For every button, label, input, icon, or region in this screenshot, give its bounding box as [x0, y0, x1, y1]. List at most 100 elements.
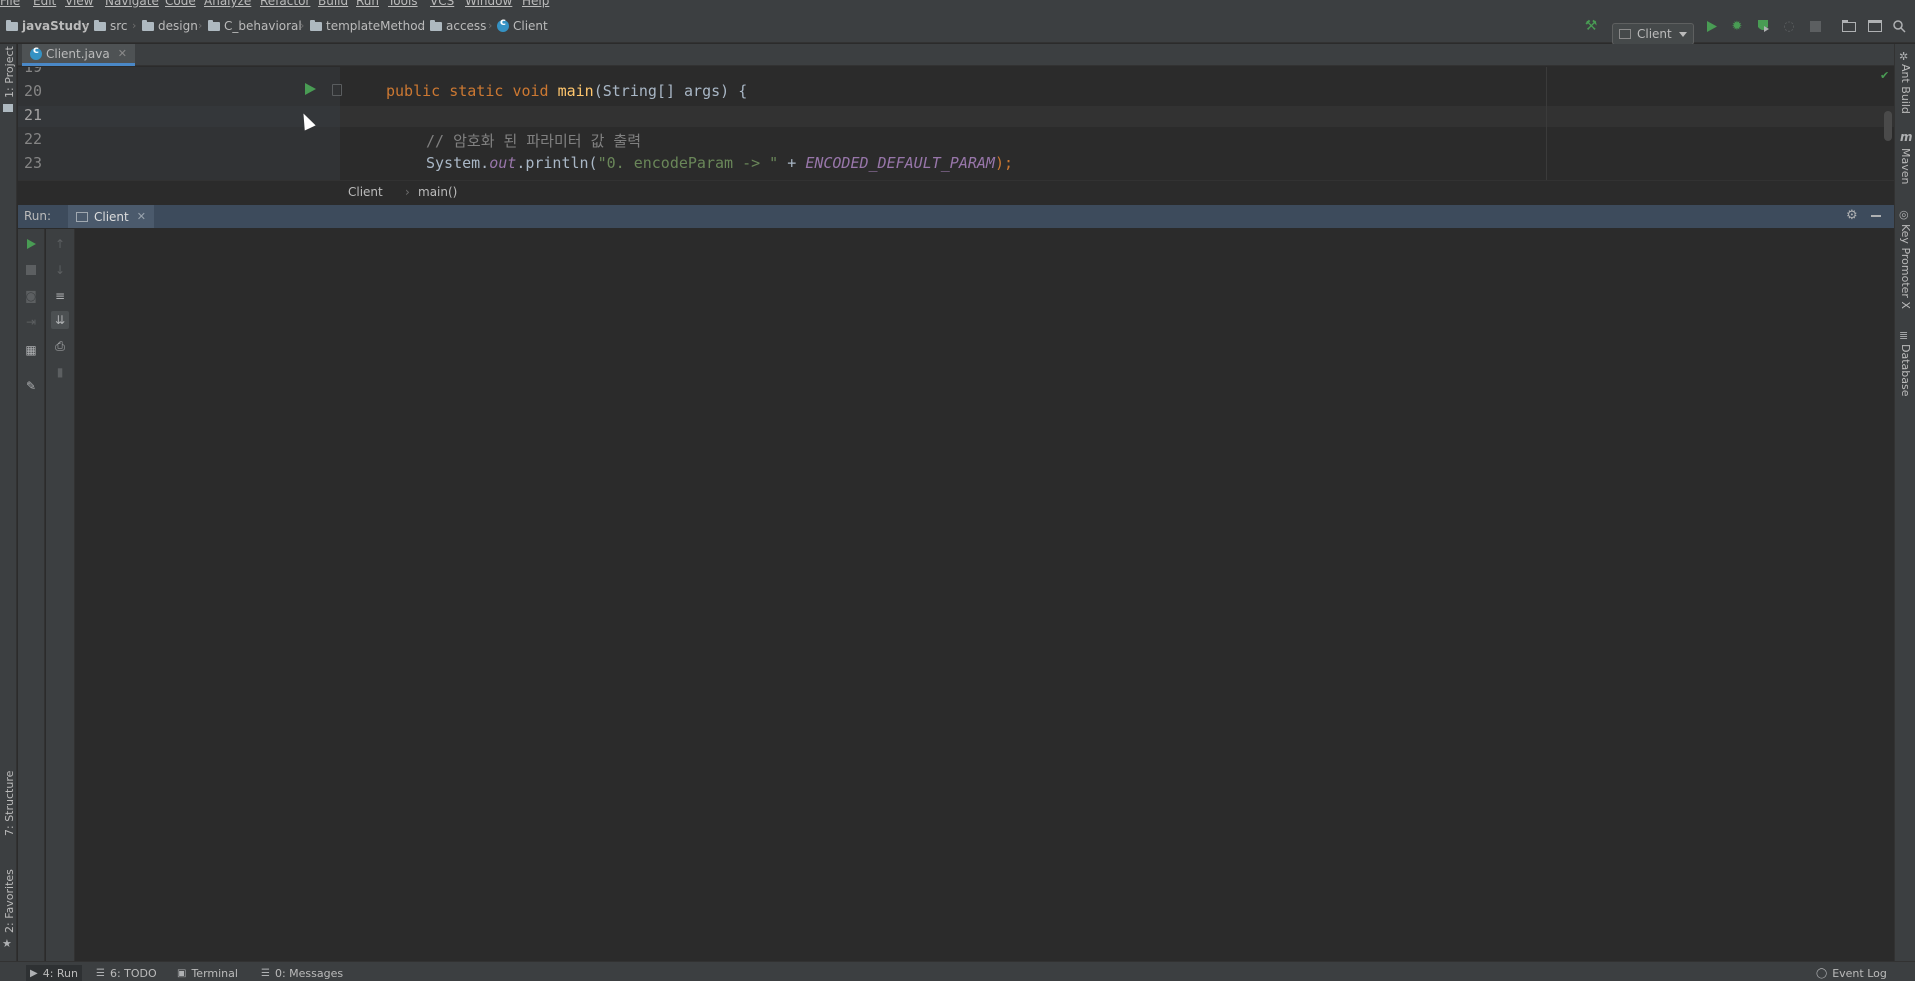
run-console-output[interactable] [76, 229, 1894, 961]
minimize-icon[interactable] [1871, 215, 1881, 217]
project-tool-tab[interactable]: 1: Project [3, 46, 16, 98]
code-line-23[interactable]: System.out.println("0. encodeParam -> " … [426, 154, 1013, 172]
code-token: "0. encodeParam -> " [597, 154, 779, 172]
run-tab-label: Client [94, 209, 129, 224]
bottom-tool-bar: ▶ 4: Run ☰ 6: TODO ▣ Terminal ☰ 0: Messages … [0, 961, 1915, 981]
menu-tools[interactable]: Tools [388, 0, 418, 8]
arrow-up-icon[interactable]: ↑ [51, 235, 69, 253]
run-with-coverage-icon[interactable] [1754, 17, 1772, 35]
menu-vcs[interactable]: VCS [430, 0, 454, 8]
class-icon [497, 17, 509, 32]
layout-icon[interactable]: ▦ [22, 341, 40, 359]
editor-tab-label: Client.java [46, 46, 110, 61]
code-editor[interactable]: 19 20 21 22 23 public static void main(S… [18, 67, 1894, 180]
stop-icon[interactable] [1806, 17, 1824, 35]
breadcrumb-design[interactable]: design [142, 18, 198, 34]
menu-navigate[interactable]: Navigate [105, 0, 159, 8]
print-icon[interactable]: ⎙ [51, 337, 69, 355]
menu-edit[interactable]: Edit [33, 0, 56, 8]
menu-analyze[interactable]: Analyze [204, 0, 251, 8]
breadcrumb-template-method[interactable]: templateMethod [310, 18, 425, 34]
project-structure-icon[interactable] [1840, 17, 1858, 35]
code-token: out [489, 154, 517, 172]
editor-scrollbar[interactable] [1884, 111, 1892, 141]
code-token: static [449, 82, 504, 100]
list-icon: ☰ [96, 967, 105, 979]
inspection-ok-icon[interactable]: ✔ [1880, 69, 1889, 82]
breadcrumb-c-behavioral[interactable]: C_behavioral [208, 18, 302, 34]
arrow-down-icon[interactable]: ↓ [51, 261, 69, 279]
ant-build-tool-tab[interactable]: Ant Build [1899, 64, 1912, 114]
menu-build[interactable]: Build [318, 0, 348, 8]
breadcrumb-label: access [446, 19, 487, 33]
run-icon[interactable] [1703, 17, 1721, 35]
layout-icon[interactable] [1866, 17, 1884, 35]
folder-icon [94, 19, 106, 31]
debug-bug-icon[interactable]: ✹ [1728, 17, 1746, 35]
fold-marker-icon[interactable] [332, 84, 342, 96]
database-tool-tab[interactable]: Database [1899, 344, 1912, 397]
line-number: 19 [24, 67, 43, 76]
build-hammer-icon[interactable]: ⚒ [1582, 17, 1600, 35]
event-log-tool-tab[interactable]: ◯ Event Log [1816, 965, 1887, 981]
camera-icon[interactable]: ◙ [22, 287, 40, 305]
tab-label: 6: TODO [109, 966, 157, 980]
soft-wrap-icon[interactable]: ≡ [51, 287, 69, 305]
run-tool-tab[interactable]: ▶ 4: Run [26, 965, 82, 981]
trash-icon[interactable]: ▮ [51, 363, 69, 381]
chevron-right-icon: › [198, 19, 203, 32]
terminal-tool-tab[interactable]: ▣ Terminal [177, 965, 238, 981]
menu-run[interactable]: Run [356, 0, 379, 8]
menu-refactor[interactable]: Refactor [260, 0, 310, 8]
code-token: ); [994, 154, 1014, 172]
run-main-icon[interactable] [305, 83, 316, 95]
stop-icon[interactable] [22, 261, 40, 279]
close-icon[interactable]: ✕ [137, 210, 146, 223]
menu-window[interactable]: Window [465, 0, 512, 8]
terminal-icon: ▣ [177, 967, 187, 979]
chevron-right-icon: › [300, 19, 305, 32]
rerun-icon[interactable] [22, 235, 40, 253]
favorites-tool-tab[interactable]: 2: Favorites [3, 869, 16, 933]
folder-icon [3, 104, 13, 112]
close-icon[interactable]: ✕ [118, 47, 127, 60]
editor-tab-client-java[interactable]: Client.java ✕ [22, 44, 135, 66]
run-panel-header: Run: Client ✕ ⚙ [18, 205, 1894, 228]
breadcrumb-client[interactable]: Client [497, 17, 548, 34]
menu-bar: File Edit View Navigate Code Analyze Ref… [0, 0, 1915, 9]
run-configuration-select[interactable]: Client [1612, 23, 1694, 45]
breadcrumb-project[interactable]: javaStudy [6, 18, 89, 34]
chevron-right-icon: › [488, 19, 493, 32]
run-tab-client[interactable]: Client ✕ [68, 205, 154, 228]
line-number: 22 [24, 130, 43, 148]
pin-icon[interactable]: ✎ [22, 377, 40, 395]
maven-icon: m [1900, 130, 1913, 144]
breadcrumb-class[interactable]: Client [348, 185, 383, 199]
breadcrumb-src[interactable]: src [94, 18, 128, 34]
chevron-right-icon: › [420, 19, 425, 32]
profile-icon[interactable]: ◌ [1780, 17, 1798, 35]
code-token: System. [426, 154, 490, 172]
editor-breadcrumb: Client › main() [18, 180, 1894, 204]
menu-help[interactable]: Help [522, 0, 549, 8]
breadcrumb-label: C_behavioral [224, 19, 302, 33]
search-icon[interactable] [1890, 17, 1908, 35]
menu-code[interactable]: Code [165, 0, 196, 8]
breadcrumb-access[interactable]: access [430, 18, 486, 34]
maven-tool-tab[interactable]: Maven [1899, 148, 1912, 184]
menu-view[interactable]: View [65, 0, 93, 8]
code-line-20[interactable]: public static void main(String[] args) { [386, 82, 747, 100]
messages-tool-tab[interactable]: ☰ 0: Messages [261, 965, 343, 981]
scroll-to-end-icon[interactable]: ⇊ [51, 311, 69, 329]
exit-icon[interactable]: ⇥ [22, 313, 40, 331]
todo-tool-tab[interactable]: ☰ 6: TODO [96, 965, 157, 981]
menu-file[interactable]: File [0, 0, 20, 8]
structure-tool-tab[interactable]: 7: Structure [3, 771, 16, 836]
left-tool-stripe: 1: Project 7: Structure 2: Favorites ★ [0, 44, 17, 961]
key-promoter-x-tool-tab[interactable]: Key Promoter X [1899, 224, 1912, 309]
run-toolbar-primary: ◙ ⇥ ▦ ✎ [18, 229, 45, 961]
gear-icon[interactable]: ⚙ [1846, 208, 1858, 223]
code-line-22[interactable]: // 암호화 된 파라미터 값 출력 [426, 130, 641, 151]
tab-label: Event Log [1832, 966, 1887, 980]
breadcrumb-method[interactable]: main() [418, 185, 457, 199]
